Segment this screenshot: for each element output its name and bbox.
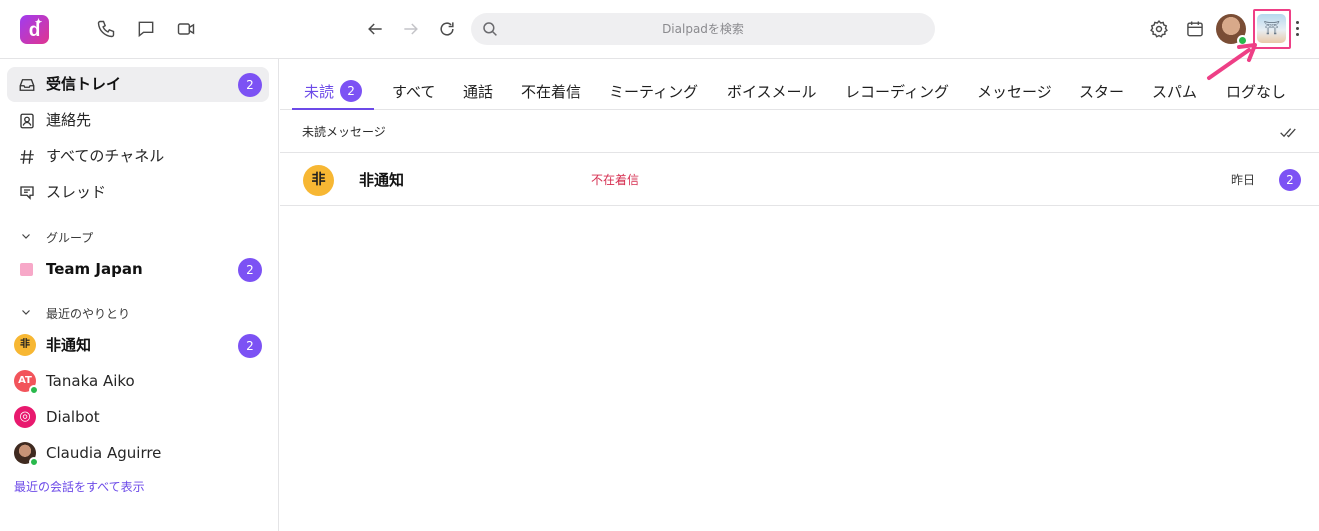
unread-badge: 2 <box>1279 169 1301 191</box>
tab-meetings[interactable]: ミーティング <box>609 81 698 110</box>
avatar: 非 <box>14 334 36 356</box>
list-header-title: 未読メッセージ <box>302 125 386 139</box>
avatar <box>14 442 39 467</box>
avatar-initials: AT <box>18 375 32 386</box>
tab-label: 未読 <box>304 83 335 101</box>
online-status-dot <box>29 457 39 467</box>
chevron-down-icon <box>20 305 38 323</box>
tab-unread[interactable]: 未読 2 <box>292 80 375 110</box>
mark-all-read-icon[interactable] <box>1279 124 1299 140</box>
tab-voicemail[interactable]: ボイスメール <box>727 81 817 110</box>
unread-badge: 2 <box>238 73 262 97</box>
unread-badge: 2 <box>238 258 262 282</box>
sidebar-item-team-japan[interactable]: Team Japan 2 <box>7 252 269 287</box>
tab-calls[interactable]: 通話 <box>463 81 493 110</box>
phone-icon[interactable] <box>95 18 117 40</box>
tab-starred[interactable]: スター <box>1079 81 1124 110</box>
section-title: グループ <box>46 231 94 245</box>
threads-icon <box>17 183 36 202</box>
groups-section-header[interactable]: グループ <box>20 229 93 247</box>
dialpad-logo[interactable]: ✦ d <box>20 15 49 44</box>
call-status: 不在着信 <box>591 173 640 187</box>
tab-missed-calls[interactable]: 不在着信 <box>521 81 581 110</box>
hash-icon <box>17 147 36 166</box>
sidebar: 受信トレイ 2 連絡先 すべてのチャネル スレッド グループ Team Japa… <box>0 59 279 531</box>
main-panel: 未読 2 すべて 通話 不在着信 ミーティング ボイスメール レコーディング メッ… <box>280 59 1319 531</box>
tab-spam[interactable]: スパム <box>1152 81 1197 110</box>
list-item[interactable]: 非 非通知 不在着信 昨日 2 <box>280 154 1319 206</box>
refresh-icon[interactable] <box>436 18 458 40</box>
sidebar-item-label: スレッド <box>46 183 107 201</box>
sidebar-item-channels[interactable]: すべてのチャネル <box>7 139 269 174</box>
online-status-dot <box>29 385 39 395</box>
tab-recordings[interactable]: レコーディング <box>845 81 949 110</box>
sidebar-item-label: Dialbot <box>46 408 100 426</box>
back-arrow-icon[interactable] <box>364 18 386 40</box>
workspace-image-icon: ⛩ <box>1263 21 1280 36</box>
group-color-icon <box>17 260 36 279</box>
gear-icon[interactable] <box>1148 18 1170 40</box>
search-bar[interactable]: Dialpadを検索 <box>471 13 935 45</box>
contacts-icon <box>17 111 36 130</box>
video-icon[interactable] <box>175 18 197 40</box>
top-bar: ✦ d Dialpadを検索 ⛩ <box>0 0 1319 80</box>
logo-letter: d <box>28 20 41 41</box>
calendar-icon[interactable] <box>1184 18 1206 40</box>
sidebar-item-dialbot[interactable]: ◎ Dialbot <box>7 400 269 435</box>
inbox-icon <box>17 75 36 94</box>
avatar: 非 <box>303 165 334 196</box>
sidebar-item-label: すべてのチャネル <box>46 147 165 165</box>
sidebar-item-inbox[interactable]: 受信トレイ 2 <box>7 67 269 102</box>
sidebar-item-label: 連絡先 <box>46 111 92 129</box>
workspace-switcher[interactable]: ⛩ <box>1257 14 1286 43</box>
sidebar-item-threads[interactable]: スレッド <box>7 175 269 210</box>
dialbot-icon: ◎ <box>14 406 36 428</box>
list-header: 未読メッセージ <box>280 111 1319 153</box>
sidebar-item-label: 非通知 <box>46 336 92 354</box>
tab-messages[interactable]: メッセージ <box>977 81 1052 110</box>
search-placeholder: Dialpadを検索 <box>662 22 744 36</box>
recent-section-header[interactable]: 最近のやりとり <box>20 305 130 323</box>
sidebar-item-claudia-aguirre[interactable]: Claudia Aguirre <box>7 436 269 471</box>
section-title: 最近のやりとり <box>46 307 131 321</box>
contact-name: 非通知 <box>359 171 405 189</box>
sidebar-item-label: 受信トレイ <box>46 75 122 93</box>
sidebar-item-label: Claudia Aguirre <box>46 444 162 462</box>
tab-bar: 未読 2 すべて 通話 不在着信 ミーティング ボイスメール レコーディング メッ… <box>280 59 1319 110</box>
sidebar-item-tanaka-aiko[interactable]: AT Tanaka Aiko <box>7 364 269 399</box>
sidebar-item-label: Tanaka Aiko <box>46 372 135 390</box>
unread-badge: 2 <box>340 80 363 102</box>
tab-no-log[interactable]: ログなし <box>1226 81 1286 110</box>
sidebar-item-contacts[interactable]: 連絡先 <box>7 103 269 138</box>
unread-badge: 2 <box>238 334 262 358</box>
sidebar-item-label: Team Japan <box>46 260 143 278</box>
sidebar-item-anonymous[interactable]: 非 非通知 2 <box>7 328 269 363</box>
forward-arrow-icon[interactable] <box>400 18 422 40</box>
chat-icon[interactable] <box>135 18 157 40</box>
tab-all[interactable]: すべて <box>392 81 435 110</box>
show-all-conversations-link[interactable]: 最近の会話をすべて表示 <box>14 478 145 495</box>
chevron-down-icon <box>20 229 38 247</box>
timestamp: 昨日 <box>1230 173 1255 187</box>
kebab-icon[interactable] <box>1292 20 1302 38</box>
avatar: AT <box>14 370 39 395</box>
